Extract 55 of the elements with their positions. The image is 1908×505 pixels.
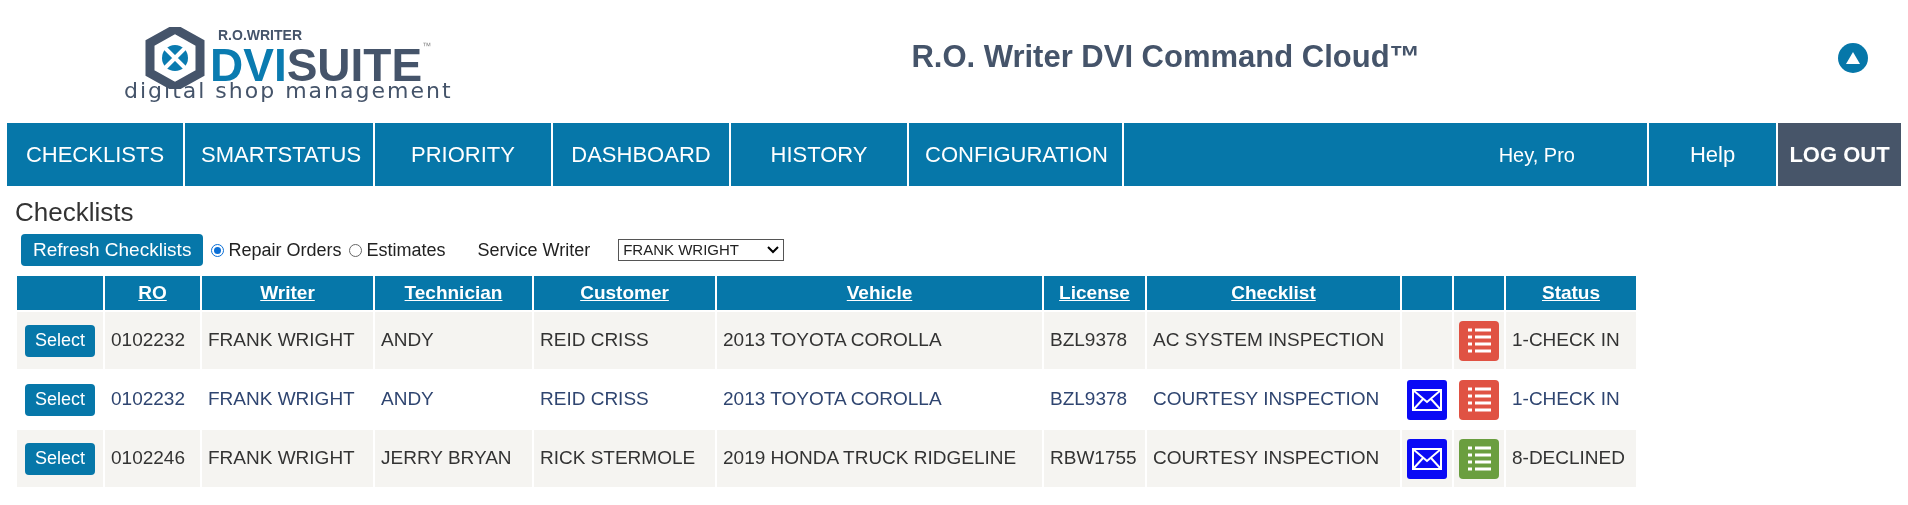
section-heading: Checklists: [15, 196, 135, 228]
user-greeting: Hey, Pro: [1498, 142, 1575, 168]
table-cell: BZL9378: [1044, 312, 1145, 369]
select-button[interactable]: Select: [25, 442, 95, 475]
table-cell: FRANK WRIGHT: [202, 312, 373, 369]
scroll-top-button[interactable]: [1838, 42, 1868, 73]
table-cell: AC SYSTEM INSPECTION: [1147, 312, 1400, 369]
help-link[interactable]: Help: [1649, 123, 1776, 186]
chevron-down-icon: [767, 246, 780, 254]
select-button[interactable]: Select: [25, 383, 95, 416]
column-header[interactable]: License: [1044, 276, 1145, 310]
page-title: R.O. Writer DVI Command Cloud™: [911, 38, 1421, 77]
table-cell: COURTESY INSPECTION: [1147, 430, 1400, 487]
nav-tab[interactable]: CHECKLISTS: [7, 123, 183, 186]
envelope-icon[interactable]: [1407, 438, 1447, 479]
table-cell: JERRY BRYAN: [375, 430, 532, 487]
nav-tab[interactable]: CONFIGURATION: [909, 123, 1122, 186]
table-cell: 0102232: [105, 312, 200, 369]
radio-label: Estimates: [366, 238, 446, 262]
service-writer-select[interactable]: FRANK WRIGHT: [618, 239, 785, 261]
list-icon[interactable]: [1459, 438, 1499, 479]
table-cell: 2019 HONDA TRUCK RIDGELINE: [717, 430, 1042, 487]
table-cell: ANDY: [375, 312, 532, 369]
table-cell: RICK STERMOLE: [534, 430, 715, 487]
refresh-button[interactable]: Refresh Checklists: [21, 234, 204, 266]
table-cell: 1-CHECK IN: [1506, 312, 1636, 369]
table-cell: 0102246: [105, 430, 200, 487]
column-header[interactable]: RO: [105, 276, 200, 310]
brand-name: R.O.WRITER: [218, 27, 303, 42]
column-header[interactable]: Checklist: [1147, 276, 1400, 310]
envelope-icon[interactable]: [1407, 379, 1447, 420]
trademark: ™: [422, 41, 432, 51]
select-button[interactable]: Select: [25, 324, 95, 357]
list-icon[interactable]: [1459, 379, 1499, 420]
column-header[interactable]: Vehicle: [717, 276, 1042, 310]
table-cell: REID CRISS: [534, 312, 715, 369]
column-header[interactable]: Writer: [202, 276, 373, 310]
column-header: [1454, 276, 1504, 310]
list-icon[interactable]: [1459, 320, 1499, 361]
column-header[interactable]: Technician: [375, 276, 532, 310]
column-header[interactable]: Customer: [534, 276, 715, 310]
table-cell: FRANK WRIGHT: [202, 430, 373, 487]
radio-label: Repair Orders: [228, 238, 342, 262]
field-label: Service Writer: [477, 238, 591, 262]
table-cell: 8-DECLINED: [1506, 430, 1636, 487]
nav-tab[interactable]: DASHBOARD: [553, 123, 729, 186]
nav-tab[interactable]: HISTORY: [731, 123, 907, 186]
table-cell: RBW1755: [1044, 430, 1145, 487]
column-header[interactable]: Status: [1506, 276, 1636, 310]
up-triangle-icon: [1845, 50, 1861, 65]
nav-tab[interactable]: SMARTSTATUS: [185, 123, 373, 186]
table-cell: 2013 TOYOTA COROLLA: [717, 312, 1042, 369]
nav-tab[interactable]: PRIORITY: [375, 123, 551, 186]
logout-button[interactable]: LOG OUT: [1778, 123, 1901, 186]
column-header: [1402, 276, 1452, 310]
